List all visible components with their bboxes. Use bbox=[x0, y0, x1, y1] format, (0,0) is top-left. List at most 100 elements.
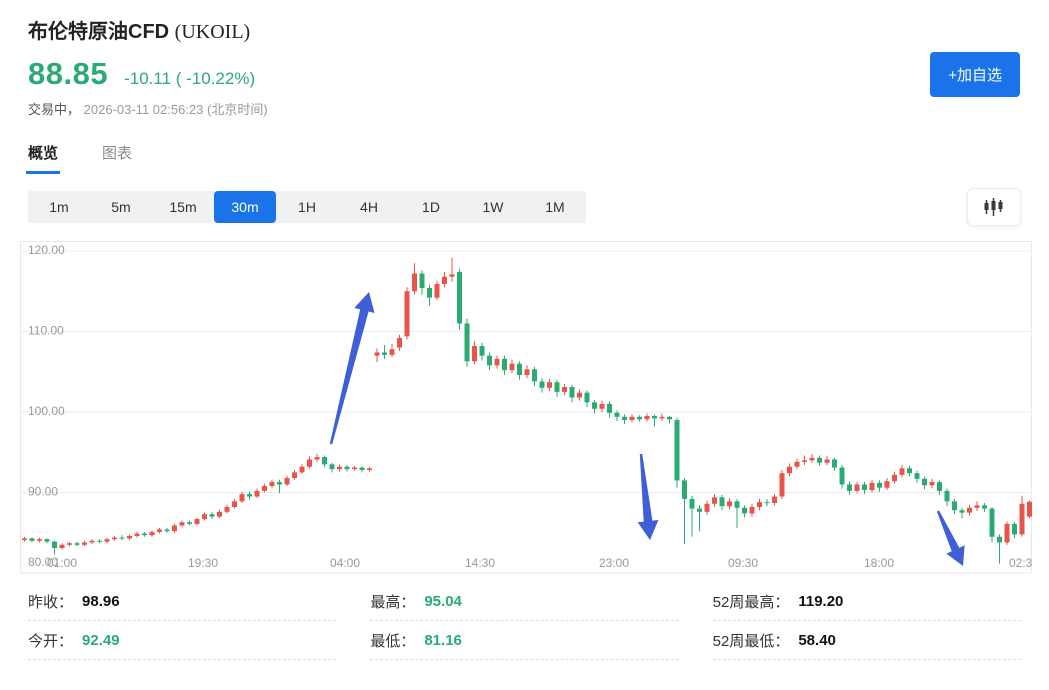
stat-week52-high: 52周最高：119.20 bbox=[713, 582, 1021, 621]
add-watchlist-button[interactable]: +加自选 bbox=[930, 52, 1020, 97]
candle-body bbox=[382, 352, 387, 354]
candlestick-chart[interactable]: 120.00110.00100.0090.0080.0001:0019:3004… bbox=[0, 239, 1049, 577]
stat-low: 最低： 81.16 bbox=[370, 621, 678, 660]
candle-body bbox=[502, 359, 507, 370]
candle-body bbox=[945, 491, 950, 501]
candle-body bbox=[975, 505, 980, 507]
candle-body bbox=[112, 538, 117, 540]
candle-body bbox=[165, 530, 170, 532]
candle-body bbox=[615, 413, 620, 417]
candle-body bbox=[472, 346, 477, 361]
candle-body bbox=[157, 530, 162, 532]
x-tick-09-30: 09:30 bbox=[728, 556, 758, 570]
candle-body bbox=[900, 468, 905, 474]
interval-4h[interactable]: 4H bbox=[338, 191, 400, 223]
candle-body bbox=[127, 536, 132, 538]
interval-30m[interactable]: 30m bbox=[214, 191, 276, 223]
candle-body bbox=[712, 497, 717, 503]
stat-high-label: 最高： bbox=[370, 591, 415, 612]
candle-body bbox=[540, 381, 545, 387]
candle-body bbox=[352, 468, 357, 470]
candle-body bbox=[1005, 524, 1010, 543]
candle-body bbox=[337, 467, 342, 469]
candle-body bbox=[255, 491, 260, 497]
timezone-label: (北京时间) bbox=[207, 102, 268, 117]
candle-body bbox=[315, 457, 320, 459]
candle-body bbox=[952, 501, 957, 510]
interval-1h[interactable]: 1H bbox=[276, 191, 338, 223]
candle-body bbox=[870, 483, 875, 490]
candle-body bbox=[75, 543, 80, 545]
stat-low-value: 81.16 bbox=[424, 632, 462, 649]
annotation-arrow-down-2 bbox=[937, 511, 965, 567]
stat-open-today-value: 92.49 bbox=[82, 632, 120, 649]
interval-1d[interactable]: 1D bbox=[400, 191, 462, 223]
candle-body bbox=[667, 417, 672, 419]
candle-body bbox=[202, 514, 207, 519]
candle-body bbox=[22, 538, 27, 540]
candle-body bbox=[982, 505, 987, 508]
candle-body bbox=[457, 272, 462, 324]
x-tick-23-00: 23:00 bbox=[599, 556, 629, 570]
candle-body bbox=[367, 468, 372, 470]
candle-body bbox=[150, 532, 155, 535]
interval-bar: 1m5m15m30m1H4H1D1W1M bbox=[28, 191, 586, 223]
candle-body bbox=[52, 542, 57, 548]
candle-body bbox=[97, 541, 102, 542]
candle-body bbox=[90, 541, 95, 543]
x-tick-02-30: 02:30 bbox=[1009, 556, 1032, 570]
stat-low-label: 最低： bbox=[370, 630, 415, 651]
candle-body bbox=[517, 364, 522, 375]
candle-body bbox=[217, 512, 222, 517]
candle-body bbox=[525, 369, 530, 375]
candle-body bbox=[630, 417, 635, 420]
candle-body bbox=[735, 501, 740, 507]
candle-body bbox=[405, 291, 410, 336]
x-tick-19-30: 19:30 bbox=[188, 556, 218, 570]
candle-body bbox=[877, 483, 882, 488]
candle-body bbox=[915, 473, 920, 479]
chart-type-button[interactable] bbox=[967, 188, 1021, 226]
candle-body bbox=[82, 542, 87, 544]
tab-overview[interactable]: 概览 bbox=[28, 142, 58, 174]
candle-body bbox=[172, 526, 177, 532]
candle-body bbox=[510, 364, 515, 370]
interval-1m[interactable]: 1M bbox=[524, 191, 586, 223]
candle-body bbox=[427, 288, 432, 298]
candlestick-icon bbox=[982, 197, 1006, 217]
stat-prev-close: 昨收：98.96 bbox=[28, 582, 336, 621]
stat-prev-close-value: 98.96 bbox=[82, 593, 120, 610]
candle-body bbox=[292, 472, 297, 478]
candle-body bbox=[412, 274, 417, 292]
interval-15m[interactable]: 15m bbox=[152, 191, 214, 223]
candle-body bbox=[772, 497, 777, 503]
candle-body bbox=[225, 507, 230, 512]
candle-body bbox=[727, 501, 732, 506]
price-change: -10.11 ( -10.22%) bbox=[124, 69, 255, 89]
interval-1w[interactable]: 1W bbox=[462, 191, 524, 223]
candle-body bbox=[930, 482, 935, 485]
candle-body bbox=[1020, 504, 1025, 535]
candle-body bbox=[322, 457, 327, 464]
tab-bar: 概览 图表 bbox=[0, 142, 1049, 174]
stat-week52-low: 52周最低：58.40 bbox=[713, 621, 1021, 660]
interval-5m[interactable]: 5m bbox=[90, 191, 152, 223]
annotation-arrow-up-0 bbox=[330, 292, 375, 444]
candle-body bbox=[300, 467, 305, 473]
candle-body bbox=[847, 484, 852, 490]
candle-body bbox=[390, 349, 395, 355]
candle-body bbox=[195, 519, 200, 524]
tab-chart[interactable]: 图表 bbox=[102, 142, 132, 174]
candle-body bbox=[637, 417, 642, 419]
candle-body bbox=[232, 501, 237, 507]
candle-body bbox=[757, 502, 762, 507]
candle-body bbox=[960, 510, 965, 512]
candle-body bbox=[120, 538, 125, 539]
candle-body bbox=[825, 459, 830, 462]
annotation-arrow-down-1 bbox=[638, 454, 659, 540]
candle-body bbox=[487, 356, 492, 366]
stat-week52-high-value: 119.20 bbox=[798, 593, 843, 610]
interval-1m[interactable]: 1m bbox=[28, 191, 90, 223]
y-tick-90: 90.00 bbox=[28, 485, 58, 499]
candle-body bbox=[345, 467, 350, 469]
